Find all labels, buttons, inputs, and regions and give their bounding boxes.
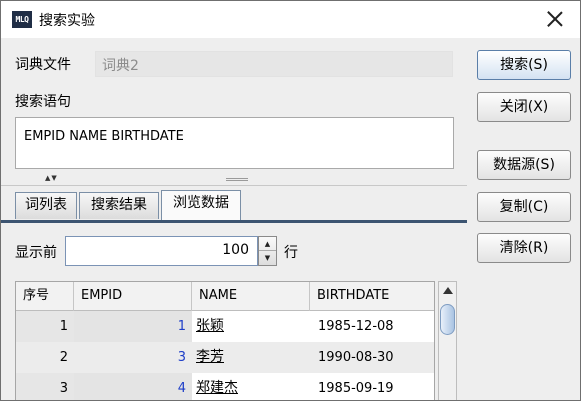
table-header: 序号 EMPID NAME BIRTHDATE — [16, 282, 434, 311]
data-table: 序号 EMPID NAME BIRTHDATE 1 1 张颖 1985-12-0… — [15, 281, 435, 400]
window-title: 搜索实验 — [39, 13, 95, 29]
show-unit-label: 行 — [284, 245, 298, 261]
col-header-seq[interactable]: 序号 — [16, 282, 74, 311]
datasource-button[interactable]: 数据源(S) — [477, 150, 571, 180]
split-grip-icon[interactable] — [226, 178, 248, 181]
cell-birthdate: 1990-08-30 — [318, 350, 394, 365]
cell-name[interactable]: 张颖 — [192, 311, 310, 342]
split-collapse-icon[interactable]: ▲▼ — [45, 174, 58, 182]
spin-down-icon[interactable]: ▼ — [259, 251, 276, 265]
cell-seq: 2 — [59, 350, 68, 365]
row-count-stepper[interactable]: ▲ ▼ — [258, 236, 277, 266]
cell-name[interactable]: 李芳 — [192, 342, 310, 373]
cell-empid: 4 — [177, 381, 186, 396]
cell-birthdate: 1985-12-08 — [318, 319, 394, 334]
scroll-up-icon[interactable] — [443, 287, 453, 294]
table-row[interactable]: 1 1 张颖 1985-12-08 — [16, 311, 434, 342]
clear-button[interactable]: 清除(R) — [477, 233, 571, 263]
table-row[interactable]: 3 4 郑建杰 1985-09-19 — [16, 373, 434, 400]
split-divider[interactable] — [1, 185, 467, 186]
cell-empid: 3 — [177, 350, 186, 365]
cell-seq: 1 — [59, 319, 68, 334]
scroll-thumb[interactable] — [440, 304, 455, 335]
query-textarea[interactable]: EMPID NAME BIRTHDATE — [15, 117, 454, 169]
table-scrollbar[interactable] — [438, 281, 457, 400]
query-label: 搜索语句 — [15, 94, 71, 110]
cell-empid: 1 — [177, 319, 186, 334]
tab-browse-data[interactable]: 浏览数据 — [161, 190, 241, 220]
spin-up-icon[interactable]: ▲ — [259, 237, 276, 251]
title-bar: MLQ 搜索实验 — [1, 1, 580, 38]
search-button[interactable]: 搜索(S) — [477, 50, 571, 80]
dialog-window: MLQ 搜索实验 词典文件 词典2 搜索语句 EMPID NAME BIRTHD… — [0, 0, 581, 401]
copy-button[interactable]: 复制(C) — [477, 192, 571, 222]
col-header-empid[interactable]: EMPID — [74, 282, 192, 311]
tab-word-list[interactable]: 词列表 — [15, 192, 77, 219]
tab-underline — [1, 220, 467, 223]
row-count-input[interactable]: 100 — [65, 236, 258, 266]
cell-name[interactable]: 郑建杰 — [192, 373, 310, 400]
close-icon[interactable] — [544, 8, 566, 30]
dict-file-field: 词典2 — [95, 51, 453, 77]
cell-birthdate: 1985-09-19 — [318, 381, 394, 396]
tab-search-results[interactable]: 搜索结果 — [79, 192, 159, 219]
show-label: 显示前 — [15, 245, 57, 261]
col-header-name[interactable]: NAME — [192, 282, 310, 311]
app-logo-icon: MLQ — [12, 11, 32, 28]
col-header-birthdate[interactable]: BIRTHDATE — [310, 282, 434, 311]
dict-label: 词典文件 — [15, 57, 71, 73]
table-row[interactable]: 2 3 李芳 1990-08-30 — [16, 342, 434, 373]
cell-seq: 3 — [59, 381, 68, 396]
close-button[interactable]: 关闭(X) — [477, 92, 571, 122]
